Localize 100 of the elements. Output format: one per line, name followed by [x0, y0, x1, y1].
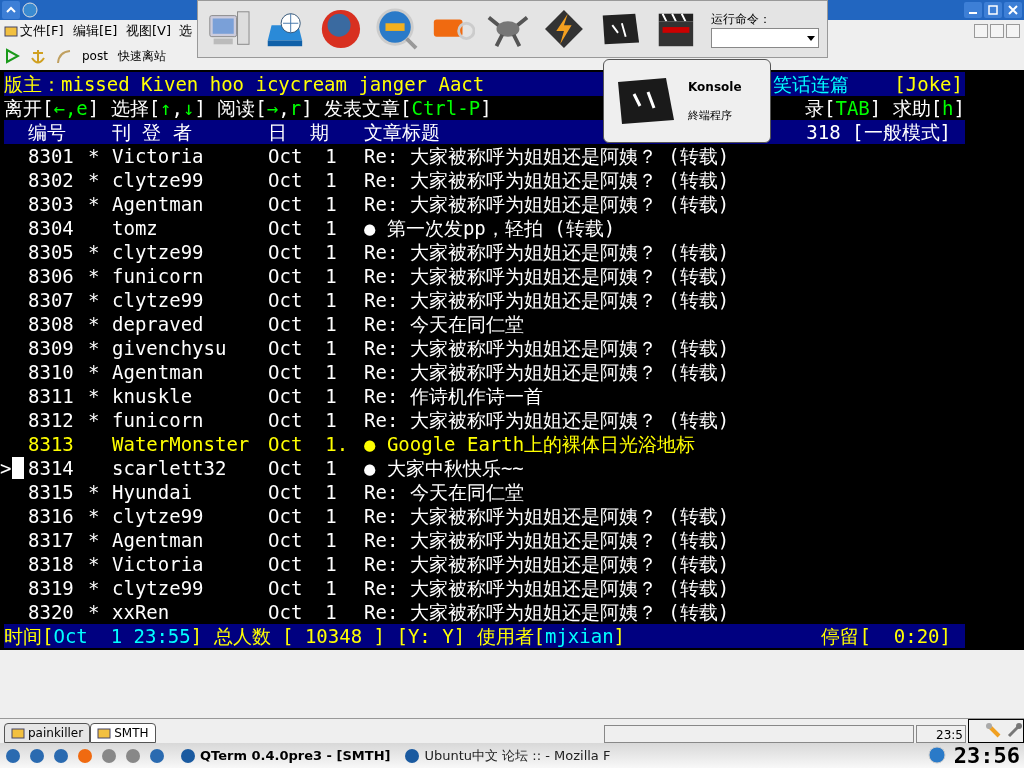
maximize-icon[interactable]	[984, 2, 1002, 18]
article-row[interactable]: 8306 * funicorn Oct 1 Re: 大家被称呼为姐姐还是阿姨？ (转载)	[0, 264, 1024, 288]
article-mark: *	[88, 145, 100, 167]
menu-item[interactable]: 视图[V]	[126, 23, 172, 39]
article-mark: *	[88, 577, 100, 599]
article-number: 8318	[28, 552, 75, 576]
wrench-icon[interactable]	[1005, 722, 1023, 740]
column-header: 文章标题	[364, 120, 441, 144]
article-author: Agentman	[112, 360, 205, 384]
article-title: Re: 大家被称呼为姐姐还是阿姨？ (转载)	[364, 192, 730, 216]
article-author: Victoria	[112, 552, 205, 576]
article-date: Oct 1	[268, 288, 338, 312]
article-date: Oct 1	[268, 456, 338, 480]
article-row[interactable]: 8319 * clytze99 Oct 1 Re: 大家被称呼为姐姐还是阿姨？ (转载)	[0, 576, 1024, 600]
minimize-icon[interactable]	[964, 2, 982, 18]
article-author: knuskle	[112, 384, 194, 408]
article-author: Agentman	[112, 192, 205, 216]
run-command-combobox[interactable]	[711, 28, 819, 48]
article-date: Oct 1	[268, 408, 338, 432]
article-title: Re: 大家被称呼为姐姐还是阿姨？ (转载)	[364, 360, 730, 384]
article-author: clytze99	[112, 576, 205, 600]
session-tab[interactable]: SMTH	[90, 723, 156, 743]
article-title: ● 大家中秋快乐~~	[364, 456, 524, 480]
article-author: Victoria	[112, 144, 205, 168]
article-number: 8307	[28, 288, 75, 312]
article-author: depraved	[112, 312, 205, 336]
article-author: xxRen	[112, 600, 171, 624]
article-row[interactable]: 8309 * givenchysu Oct 1 Re: 大家被称呼为姐姐还是阿姨？ (转载)	[0, 336, 1024, 360]
article-number: 8303	[28, 192, 75, 216]
article-date: Oct 1	[268, 528, 338, 552]
article-row[interactable]: 8307 * clytze99 Oct 1 Re: 大家被称呼为姐姐还是阿姨？ (转载)	[0, 288, 1024, 312]
article-date: Oct 1	[268, 312, 338, 336]
article-row[interactable]: 8320 * xxRen Oct 1 Re: 大家被称呼为姐姐还是阿姨？ (转载)	[0, 600, 1024, 624]
article-title: Re: 大家被称呼为姐姐还是阿姨？ (转载)	[364, 264, 730, 288]
article-author: givenchysu	[112, 336, 228, 360]
app-logo-icon	[22, 2, 38, 18]
article-row[interactable]: 8317 * Agentman Oct 1 Re: 大家被称呼为姐姐还是阿姨？ (转载)	[0, 528, 1024, 552]
article-number: 8309	[28, 336, 75, 360]
article-number: 8305	[28, 240, 75, 264]
article-row[interactable]: 8311 * knuskle Oct 1 Re: 作诗机作诗一首	[0, 384, 1024, 408]
article-author: tomz	[112, 216, 159, 240]
menu-item[interactable]: 编辑[E]	[73, 23, 118, 39]
article-row[interactable]: 8315 * Hyundai Oct 1 Re: 今天在同仁堂	[0, 480, 1024, 504]
connect-icon[interactable]	[4, 48, 20, 64]
article-author: clytze99	[112, 240, 205, 264]
article-row[interactable]: > 8314 scarlett32 Oct 1 ● 大家中秋快乐~~	[0, 456, 1024, 480]
moderators-text: 版主：missed Kiven hoo icycream janger Aact	[4, 72, 485, 96]
article-row[interactable]: 8308 * depraved Oct 1 Re: 今天在同仁堂	[0, 312, 1024, 336]
wrench-icon[interactable]	[985, 722, 1003, 740]
article-mark: *	[88, 265, 100, 287]
board-name-text: 笑话连篇 [Joke]	[772, 72, 963, 96]
anchor-icon[interactable]	[30, 47, 46, 65]
article-row[interactable]: 8316 * clytze99 Oct 1 Re: 大家被称呼为姐姐还是阿姨？ (转载)	[0, 504, 1024, 528]
article-author: funicorn	[112, 264, 205, 288]
article-number: 8308	[28, 312, 75, 336]
article-author: WaterMonster	[112, 432, 251, 456]
article-number: 8313	[28, 432, 75, 456]
article-date: Oct 1	[268, 216, 338, 240]
article-date: Oct 1	[268, 264, 338, 288]
menu-item[interactable]: 选	[179, 23, 192, 39]
toolbar-button[interactable]: post	[82, 47, 108, 65]
taskbar-task[interactable]: QTerm 0.4.0pre3 - [SMTH]	[180, 745, 391, 766]
article-title: Re: 大家被称呼为姐姐还是阿姨？ (转载)	[364, 336, 730, 360]
idle-time-text: 停留[ 0:20]	[821, 624, 951, 648]
mode-text: 318 [一般模式]	[806, 120, 952, 144]
article-author: Agentman	[112, 528, 205, 552]
mdi-restore-icon[interactable]	[990, 24, 1004, 38]
menu-item[interactable]: 文件[F]	[20, 23, 64, 39]
mdi-minimize-icon[interactable]	[974, 24, 988, 38]
session-tab[interactable]: painkiller	[4, 723, 91, 743]
article-row[interactable]: 8313 WaterMonster Oct 1. ● Google Earth上的裸体日光浴地标	[0, 432, 1024, 456]
article-date: Oct 1	[268, 384, 338, 408]
article-row[interactable]: 8310 * Agentman Oct 1 Re: 大家被称呼为姐姐还是阿姨？ (转载)	[0, 360, 1024, 384]
window-menu-icon[interactable]	[2, 1, 20, 19]
article-number: 8310	[28, 360, 75, 384]
article-title: Re: 大家被称呼为姐姐还是阿姨？ (转载)	[364, 240, 730, 264]
article-row[interactable]: 8305 * clytze99 Oct 1 Re: 大家被称呼为姐姐还是阿姨？ (转载)	[0, 240, 1024, 264]
article-date: Oct 1.	[268, 432, 350, 456]
article-title: ● Google Earth上的裸体日光浴地标	[364, 432, 696, 456]
article-date: Oct 1	[268, 552, 338, 576]
article-date: Oct 1	[268, 480, 338, 504]
folder-icon	[11, 727, 25, 739]
toolbar-button[interactable]: 快速离站	[117, 47, 166, 65]
article-number: 8306	[28, 264, 75, 288]
status-line-text: 时间[Oct 1 23:55] 总人数 [ 10348 ] [Y: Y] 使用者[mjxian]	[4, 624, 626, 648]
article-title: Re: 大家被称呼为姐姐还是阿姨？ (转载)	[364, 408, 730, 432]
article-author: clytze99	[112, 168, 205, 192]
article-row[interactable]: 8304 tomz Oct 1 ● 第一次发pp，轻拍 (转载)	[0, 216, 1024, 240]
mdi-close-icon[interactable]	[1006, 24, 1020, 38]
article-row[interactable]: 8302 * clytze99 Oct 1 Re: 大家被称呼为姐姐还是阿姨？ (转载)	[0, 168, 1024, 192]
article-row[interactable]: 8318 * Victoria Oct 1 Re: 大家被称呼为姐姐还是阿姨？ (转载)	[0, 552, 1024, 576]
article-row[interactable]: 8301 * Victoria Oct 1 Re: 大家被称呼为姐姐还是阿姨？ (转载)	[0, 144, 1024, 168]
taskbar-task[interactable]: Ubuntu中文 论坛 :: - Mozilla F	[404, 745, 611, 766]
article-mark: *	[88, 553, 100, 575]
close-icon[interactable]	[1004, 2, 1022, 18]
article-row[interactable]: 8312 * funicorn Oct 1 Re: 大家被称呼为姐姐还是阿姨？ (转载)	[0, 408, 1024, 432]
article-mark: *	[88, 289, 100, 311]
article-row[interactable]: 8303 * Agentman Oct 1 Re: 大家被称呼为姐姐还是阿姨？ (转载)	[0, 192, 1024, 216]
article-mark: *	[88, 601, 100, 623]
article-mark: *	[88, 385, 100, 407]
